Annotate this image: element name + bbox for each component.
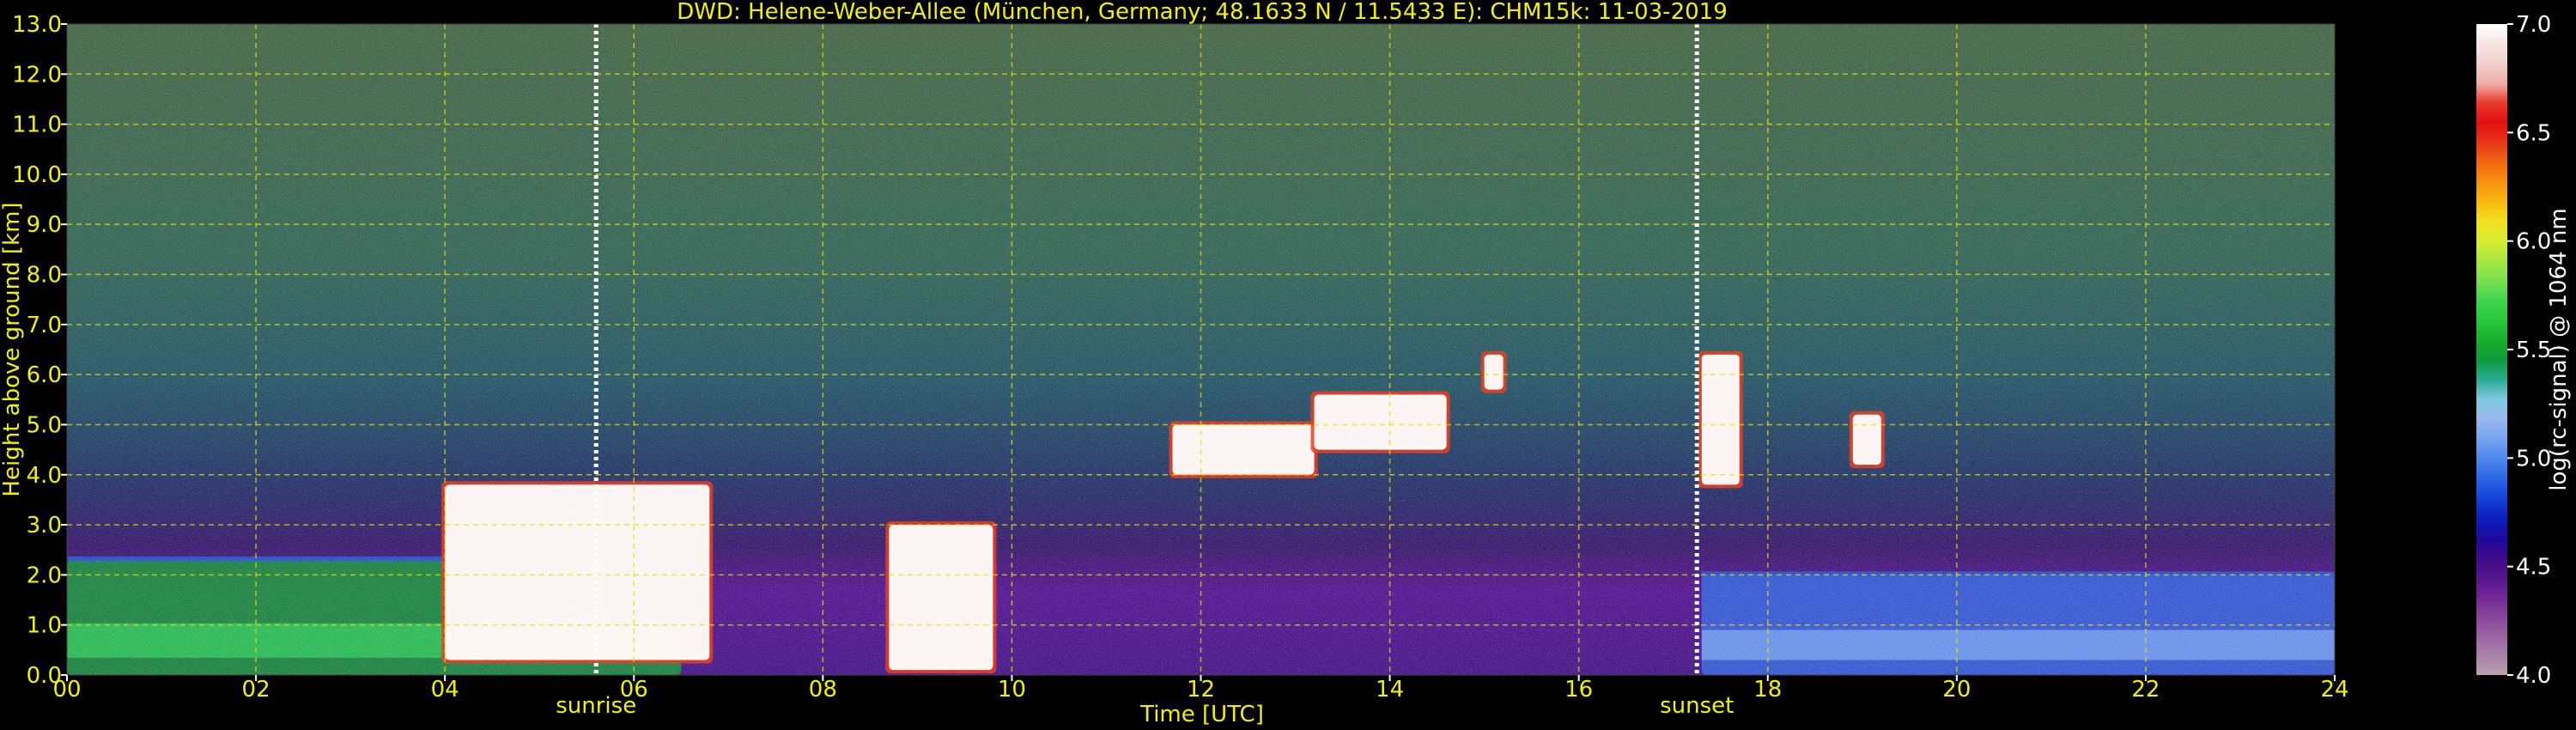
x-tick-label: 06 (620, 677, 648, 703)
y-tick-label: 6.0 (27, 362, 62, 388)
colorbar-tick-label: 4.5 (2516, 555, 2551, 581)
colorbar: 4.04.55.05.56.06.57.0 log(rc-signal) @ 1… (2476, 12, 2572, 689)
event-label: sunset (1660, 693, 1734, 719)
y-tick-label: 13.0 (12, 12, 62, 38)
ceilometer-chart: sunrise sunset 00 02 04 06 08 10 12 14 16 18 20 22 24… (0, 0, 2572, 727)
x-tick-label: 10 (998, 677, 1026, 703)
x-tick-label: 16 (1564, 677, 1593, 703)
colorbar-ticks: 4.04.55.05.56.06.57.0 (2507, 12, 2551, 689)
y-tick-label: 3.0 (27, 513, 62, 538)
chart-title: DWD: Helene-Weber-Allee (München, German… (677, 0, 1728, 25)
y-tick-label: 11.0 (12, 113, 62, 138)
x-axis-ticks: 00 02 04 06 08 10 12 14 16 18 20 22 24 (52, 675, 2349, 703)
colorbar-bar (2476, 24, 2507, 675)
x-tick-label: 24 (2320, 677, 2348, 703)
y-axis-label: Height above ground [km] (0, 202, 25, 496)
y-tick-label: 7.0 (27, 313, 62, 338)
colorbar-tick-label: 4.0 (2516, 663, 2551, 689)
y-tick-label: 2.0 (27, 563, 62, 588)
x-tick-label: 20 (1942, 677, 1971, 703)
x-tick-label: 12 (1187, 677, 1215, 703)
y-tick-label: 8.0 (27, 263, 62, 289)
y-tick-label: 4.0 (27, 463, 62, 489)
x-tick-label: 14 (1376, 677, 1404, 703)
y-tick-label: 12.0 (12, 62, 62, 88)
x-tick-label: 08 (809, 677, 837, 703)
x-axis-label: Time [UTC] (1139, 702, 1264, 727)
x-tick-label: 18 (1753, 677, 1782, 703)
x-tick-label: 04 (431, 677, 459, 703)
x-tick-label: 02 (242, 677, 270, 703)
colorbar-tick-label: 7.0 (2516, 12, 2551, 38)
y-tick-label: 0.0 (27, 663, 62, 689)
colorbar-tick-label: 6.5 (2516, 120, 2551, 146)
colorbar-label: log(rc-signal) @ 1064 nm (2546, 208, 2572, 490)
y-tick-label: 5.0 (27, 412, 62, 438)
x-tick-label: 22 (2131, 677, 2160, 703)
y-tick-label: 1.0 (27, 613, 62, 639)
y-tick-label: 9.0 (27, 212, 62, 238)
plot-area: sunrise sunset (66, 23, 2336, 719)
y-tick-label: 10.0 (12, 162, 62, 188)
